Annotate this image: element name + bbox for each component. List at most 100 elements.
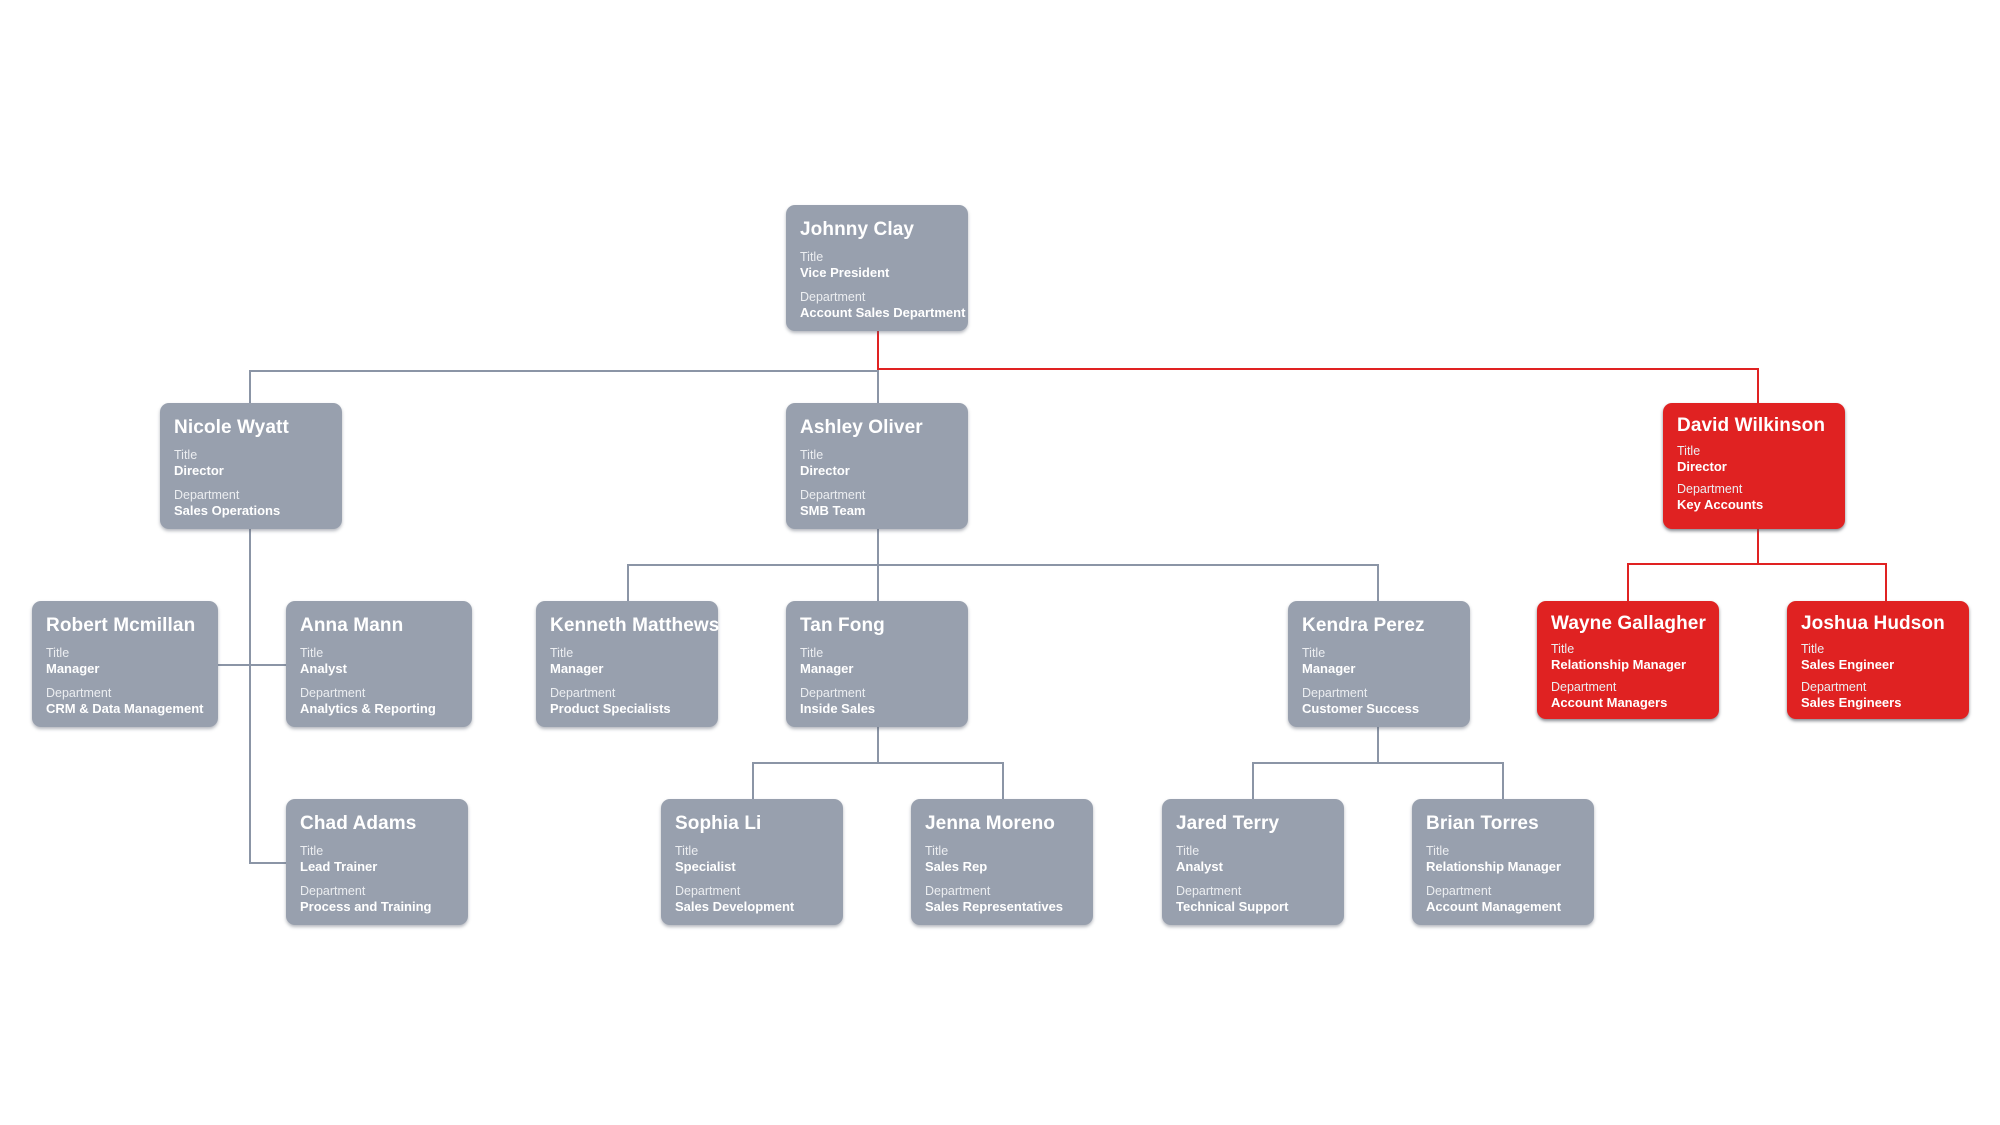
node-field-value-department: Inside Sales [800, 701, 876, 716]
node-field-label-department: Department [174, 488, 240, 502]
node-field-value-title: Relationship Manager [1551, 657, 1687, 672]
node-name: Ashley Oliver [800, 417, 923, 438]
node-field-label-department: Department [1176, 884, 1242, 898]
node-field-label-title: Title [300, 844, 324, 858]
node-field-value-title: Manager [800, 661, 854, 676]
org-node-johnny-clay[interactable]: Johnny Clay Title Vice President Department… [786, 205, 968, 331]
connector-drop-jared [1252, 762, 1254, 801]
org-node-kenneth-matthews[interactable]: Kenneth Matthews Title Manager Department Pr… [536, 601, 720, 727]
node-field-value-department: Sales Operations [174, 503, 281, 518]
node-field-title: Title Relationship Manager [1551, 642, 1705, 673]
connector-drop-sophia [752, 762, 754, 801]
node-field-value-title: Sales Rep [925, 859, 988, 874]
node-field-value-title: Sales Engineer [1801, 657, 1895, 672]
node-field-label-title: Title [46, 646, 70, 660]
node-field-title: Title Analyst [1176, 844, 1330, 875]
node-field-department: Department Sales Operations [174, 488, 328, 519]
connector-root-bus-gray [249, 370, 879, 372]
org-node-wayne-gallagher[interactable]: Wayne Gallagher Title Relationship Manager… [1537, 601, 1719, 719]
node-field-label-department: Department [1677, 482, 1743, 496]
node-field-label-title: Title [1801, 642, 1825, 656]
node-field-department: Department Account Sales Department [800, 290, 965, 321]
node-field-value-department: Account Managers [1551, 695, 1668, 710]
connector-drop-nicole [249, 370, 251, 405]
node-field-value-title: Manager [1302, 661, 1356, 676]
node-field-value-department: Account Management [1426, 899, 1562, 914]
node-name: Tan Fong [800, 615, 885, 636]
node-name: David Wilkinson [1677, 415, 1826, 436]
node-field-value-department: SMB Team [800, 503, 866, 518]
org-node-kendra-perez[interactable]: Kendra Perez Title Manager Department Custom… [1288, 601, 1470, 727]
org-node-joshua-hudson[interactable]: Joshua Hudson Title Sales Engineer Departme… [1787, 601, 1969, 719]
connector-tan-bus [752, 762, 1004, 764]
node-field-department: Department Process and Training [300, 884, 454, 915]
node-field-title: Title Manager [1302, 646, 1456, 677]
node-field-value-title: Specialist [675, 859, 736, 874]
node-field-label-department: Department [1801, 680, 1867, 694]
node-field-label-title: Title [1302, 646, 1326, 660]
org-node-jenna-moreno[interactable]: Jenna Moreno Title Sales Rep Department Sale… [911, 799, 1093, 925]
node-field-label-department: Department [800, 488, 866, 502]
node-field-value-title: Vice President [800, 265, 890, 280]
org-node-nicole-wyatt[interactable]: Nicole Wyatt Title Director Department Sales… [160, 403, 342, 529]
node-field-label-title: Title [300, 646, 324, 660]
connector-nicole-spine [249, 529, 251, 864]
node-name: Kenneth Matthews [550, 615, 720, 636]
node-field-department: Department Key Accounts [1677, 482, 1831, 513]
org-node-tan-fong[interactable]: Tan Fong Title Manager Department Inside Sal… [786, 601, 968, 727]
node-field-title: Title Manager [550, 646, 704, 677]
org-node-brian-torres[interactable]: Brian Torres Title Relationship Manager Dep… [1412, 799, 1594, 925]
node-field-label-department: Department [925, 884, 991, 898]
node-field-label-title: Title [174, 448, 198, 462]
node-field-value-title: Analyst [300, 661, 347, 676]
node-field-value-department: CRM & Data Management [46, 701, 204, 716]
node-field-value-department: Sales Development [675, 899, 795, 914]
node-field-department: Department Product Specialists [550, 686, 704, 717]
connector-drop-kenneth [627, 564, 629, 603]
node-field-value-title: Director [1677, 459, 1727, 474]
node-field-value-title: Lead Trainer [300, 859, 378, 874]
org-node-robert-mcmillan[interactable]: Robert Mcmillan Title Manager Department CRM… [32, 601, 218, 727]
node-field-label-department: Department [800, 290, 866, 304]
node-name: Wayne Gallagher [1551, 613, 1706, 634]
node-field-department: Department Technical Support [1176, 884, 1330, 915]
connector-nicole-to-robert [218, 664, 251, 666]
connector-drop-ashley [877, 370, 879, 405]
node-field-title: Title Lead Trainer [300, 844, 454, 875]
node-field-label-department: Department [46, 686, 112, 700]
org-node-david-wilkinson[interactable]: David Wilkinson Title Director Department Ke… [1663, 403, 1845, 529]
node-field-label-department: Department [1302, 686, 1368, 700]
node-field-value-department: Sales Representatives [925, 899, 1064, 914]
node-name: Nicole Wyatt [174, 417, 289, 438]
org-node-ashley-oliver[interactable]: Ashley Oliver Title Director Department SMB … [786, 403, 968, 529]
node-field-department: Department Sales Representatives [925, 884, 1079, 915]
connector-david-stub [1757, 529, 1759, 565]
connector-drop-brian [1502, 762, 1504, 801]
node-field-label-department: Department [300, 884, 366, 898]
node-field-value-title: Manager [46, 661, 100, 676]
node-field-value-title: Relationship Manager [1426, 859, 1562, 874]
org-chart: Johnny Clay Title Vice President Department… [0, 0, 2000, 1125]
node-field-label-department: Department [675, 884, 741, 898]
node-name: Sophia Li [675, 813, 762, 834]
node-field-title: Title Vice President [800, 250, 954, 281]
node-field-department: Department Analytics & Reporting [300, 686, 458, 717]
org-node-chad-adams[interactable]: Chad Adams Title Lead Trainer Department Pro… [286, 799, 468, 925]
connector-ashley-stub [877, 529, 879, 566]
node-field-title: Title Sales Rep [925, 844, 1079, 875]
node-field-label-title: Title [800, 448, 824, 462]
org-node-sophia-li[interactable]: Sophia Li Title Specialist Department Sales … [661, 799, 843, 925]
connector-drop-david [1757, 368, 1759, 405]
connector-ashley-bus [627, 564, 1379, 566]
connector-kendra-stub [1377, 727, 1379, 763]
node-field-value-department: Analytics & Reporting [300, 701, 436, 716]
connector-david-bus [1627, 563, 1887, 565]
org-node-jared-terry[interactable]: Jared Terry Title Analyst Department Technic… [1162, 799, 1344, 925]
node-field-title: Title Director [800, 448, 954, 479]
node-field-title: Title Director [1677, 444, 1831, 475]
org-node-anna-mann[interactable]: Anna Mann Title Analyst Department Analytics… [286, 601, 472, 727]
node-name: Chad Adams [300, 813, 417, 834]
connector-nicole-to-chad [249, 862, 288, 864]
node-field-department: Department Sales Engineers [1801, 680, 1955, 711]
node-field-value-department: Technical Support [1176, 899, 1289, 914]
